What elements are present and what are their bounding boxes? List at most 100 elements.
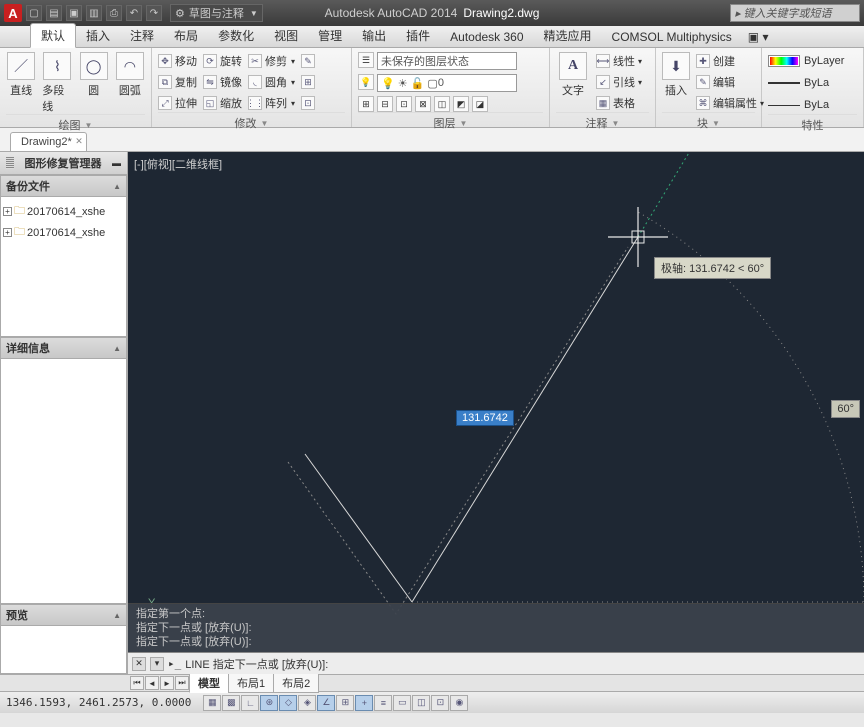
command-line[interactable]: ✕ ▾ ▸_ LINE 指定下一点或 [放弃(U)]: [128, 652, 864, 674]
trim-button[interactable]: ✂修剪▾ [248, 52, 295, 70]
dynamic-input-length[interactable]: 131.6742 [456, 410, 514, 426]
palette-title[interactable]: 图形修复管理器 ▬ [0, 152, 127, 175]
color-combo[interactable]: ByLayer [768, 52, 844, 70]
layer-tool-7[interactable]: ◪ [472, 96, 488, 112]
toggle-3dosnap[interactable]: ◈ [298, 695, 316, 711]
backup-section-header[interactable]: 备份文件▲ [0, 175, 127, 197]
insert-block-button[interactable]: ⬇插入 [662, 52, 690, 98]
toggle-dyn[interactable]: + [355, 695, 373, 711]
mirror-button[interactable]: ⇋镜像 [203, 73, 242, 91]
toggle-am[interactable]: ◉ [450, 695, 468, 711]
stretch-button[interactable]: ⤢拉伸 [158, 94, 197, 112]
layer-tool-4[interactable]: ⊠ [415, 96, 431, 112]
tab-annotate[interactable]: 注释 [120, 24, 164, 47]
details-section-header[interactable]: 详细信息▲ [0, 337, 127, 359]
layer-props-icon[interactable]: ☰ [358, 52, 374, 68]
document-tab[interactable]: Drawing2*✕ [10, 132, 87, 151]
layout2-tab[interactable]: 布局2 [273, 673, 319, 693]
model-tab[interactable]: 模型 [189, 673, 229, 693]
rotate-button[interactable]: ⟳旋转 [203, 52, 242, 70]
modify-extra-3[interactable]: ⊡ [301, 94, 315, 112]
redo-icon[interactable]: ↷ [146, 5, 162, 21]
palette-close-icon[interactable]: ▬ [112, 158, 121, 168]
saveas-icon[interactable]: ▥ [86, 5, 102, 21]
table-button[interactable]: ▦表格 [596, 94, 642, 112]
toggle-qp[interactable]: ◫ [412, 695, 430, 711]
plot-icon[interactable]: ⎙ [106, 5, 122, 21]
layer-off-icon[interactable]: 💡 [358, 74, 374, 90]
modify-extra-1[interactable]: ✎ [301, 52, 315, 70]
block-create-button[interactable]: ✚创建 [696, 52, 764, 70]
block-edit-button[interactable]: ✎编辑 [696, 73, 764, 91]
layer-tool-3[interactable]: ⊡ [396, 96, 412, 112]
arc-button[interactable]: ◠圆弧 [115, 52, 145, 98]
undo-icon[interactable]: ↶ [126, 5, 142, 21]
layout1-tab[interactable]: 布局1 [228, 673, 274, 693]
tree-item[interactable]: +🗀20170614_xshe [3, 222, 124, 243]
backup-tree[interactable]: +🗀20170614_xshe +🗀20170614_xshe [0, 197, 127, 337]
toggle-sc[interactable]: ⊡ [431, 695, 449, 711]
tab-insert[interactable]: 插入 [76, 24, 120, 47]
tab-nav-last-icon[interactable]: ⏭ [175, 676, 189, 690]
toggle-polar[interactable]: ⊛ [260, 695, 278, 711]
layer-current-combo[interactable]: 💡 ☀ 🔓 ▢ 0 [377, 74, 517, 92]
new-icon[interactable]: ▢ [26, 5, 42, 21]
open-icon[interactable]: ▤ [46, 5, 62, 21]
lineweight-combo[interactable]: ByLa [768, 96, 844, 114]
tab-comsol[interactable]: COMSOL Multiphysics [602, 27, 742, 47]
fillet-button[interactable]: ◟圆角▾ [248, 73, 295, 91]
close-icon[interactable]: ✕ [75, 136, 83, 147]
block-attr-button[interactable]: ⌘编辑属性▾ [696, 94, 764, 112]
dim-linear-button[interactable]: ⟷线性▾ [596, 52, 642, 70]
panel-draw: ／直线 ⌇多段线 ◯圆 ◠圆弧 绘图▼ [0, 48, 152, 127]
tab-parametric[interactable]: 参数化 [208, 24, 264, 47]
scale-button[interactable]: ◱缩放 [203, 94, 242, 112]
grip-icon[interactable] [6, 157, 14, 169]
tab-nav-next-icon[interactable]: ► [160, 676, 174, 690]
layer-state-combo[interactable]: 未保存的图层状态 [377, 52, 517, 70]
modify-extra-2[interactable]: ⊞ [301, 73, 315, 91]
save-icon[interactable]: ▣ [66, 5, 82, 21]
tab-output[interactable]: 输出 [352, 24, 396, 47]
tab-manage[interactable]: 管理 [308, 24, 352, 47]
drawing-canvas[interactable]: [-][俯视][二维线框] 131.6742 极轴: 131.6742 < 60… [128, 152, 864, 674]
tab-nav-first-icon[interactable]: ⏮ [130, 676, 144, 690]
toggle-tpy[interactable]: ▭ [393, 695, 411, 711]
polyline-button[interactable]: ⌇多段线 [42, 52, 72, 114]
toggle-ducs[interactable]: ⊞ [336, 695, 354, 711]
tab-layout[interactable]: 布局 [164, 24, 208, 47]
close-cmdline-icon[interactable]: ✕ [132, 657, 146, 671]
tab-addins[interactable]: 插件 [396, 24, 440, 47]
toggle-grid[interactable]: ▩ [222, 695, 240, 711]
app-icon[interactable]: A [4, 4, 22, 22]
line-button[interactable]: ／直线 [6, 52, 36, 98]
toggle-snap[interactable]: ▦ [203, 695, 221, 711]
toggle-lwt[interactable]: ≡ [374, 695, 392, 711]
leader-button[interactable]: ↙引线▾ [596, 73, 642, 91]
tree-item[interactable]: +🗀20170614_xshe [3, 201, 124, 222]
tab-view[interactable]: 视图 [264, 24, 308, 47]
layer-tool-5[interactable]: ◫ [434, 96, 450, 112]
help-search-input[interactable]: ▸ 键入关键字或短语 [730, 4, 860, 22]
copy-button[interactable]: ⧉复制 [158, 73, 197, 91]
tab-extra[interactable]: ▣ ▾ [742, 27, 775, 47]
linetype-combo[interactable]: ByLa [768, 74, 844, 92]
tab-featured[interactable]: 精选应用 [534, 24, 602, 47]
toggle-osnap[interactable]: ◇ [279, 695, 297, 711]
tab-nav-prev-icon[interactable]: ◄ [145, 676, 159, 690]
move-button[interactable]: ✥移动 [158, 52, 197, 70]
circle-button[interactable]: ◯圆 [79, 52, 109, 98]
tab-default[interactable]: 默认 [30, 23, 76, 48]
toggle-ortho[interactable]: ∟ [241, 695, 259, 711]
layer-tool-6[interactable]: ◩ [453, 96, 469, 112]
recent-cmd-icon[interactable]: ▾ [150, 657, 164, 671]
layer-tool-2[interactable]: ⊟ [377, 96, 393, 112]
text-button[interactable]: A文字 [556, 52, 590, 98]
workspace-selector[interactable]: ⚙ 草图与注释 ▼ [170, 4, 263, 22]
array-button[interactable]: ⋮⋮阵列▾ [248, 94, 295, 112]
layer-tool-1[interactable]: ⊞ [358, 96, 374, 112]
tab-a360[interactable]: Autodesk 360 [440, 27, 533, 47]
preview-panel [0, 626, 127, 674]
preview-section-header[interactable]: 预览▲ [0, 604, 127, 626]
toggle-otrack[interactable]: ∠ [317, 695, 335, 711]
